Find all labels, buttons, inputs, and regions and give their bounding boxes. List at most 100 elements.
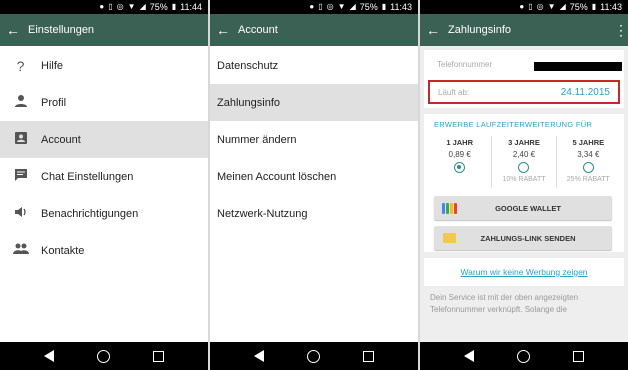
nav-home-icon[interactable] bbox=[306, 349, 320, 363]
status-bar: ● ▯ ◎ ▼ ◢ 75% ▮ 11:44 bbox=[0, 0, 208, 14]
wifi-icon: ▼ bbox=[337, 2, 346, 11]
plan-option-3-years[interactable]: 3 JAHRE 2,40 € 10% RABATT bbox=[491, 136, 555, 188]
nav-back-icon[interactable] bbox=[463, 350, 474, 362]
service-footnote: Dein Service ist mit der oben angezeigte… bbox=[430, 293, 579, 314]
account-item-label: Meinen Account löschen bbox=[217, 170, 337, 183]
nav-recents-icon[interactable] bbox=[363, 350, 375, 362]
wifi-icon: ▼ bbox=[547, 2, 556, 11]
battery-icon: ▮ bbox=[591, 2, 597, 11]
nav-recents-icon[interactable] bbox=[153, 350, 165, 362]
system-nav-bar bbox=[0, 342, 208, 370]
system-nav-bar bbox=[210, 342, 418, 370]
battery-level: 75% bbox=[359, 2, 378, 12]
settings-item-notifications[interactable]: Benachrichtigungen bbox=[0, 195, 208, 232]
account-item-label: Datenschutz bbox=[217, 59, 279, 72]
expiry-row: Läuft ab: 24.11.2015 bbox=[428, 80, 620, 104]
help-icon: ? bbox=[16, 57, 25, 74]
plan-discount: 10% RABATT bbox=[502, 176, 546, 183]
extension-title: ERWERBE LAUFZEITERWEITERUNG FÜR bbox=[434, 120, 593, 129]
settings-item-account[interactable]: Account bbox=[0, 121, 208, 158]
plan-price: 3,34 € bbox=[577, 150, 600, 159]
settings-item-help[interactable]: ? Hilfe bbox=[0, 47, 208, 84]
volume-icon bbox=[0, 205, 41, 222]
location-icon: ● bbox=[519, 2, 525, 11]
battery-icon: ▮ bbox=[171, 2, 177, 11]
settings-screen: ● ▯ ◎ ▼ ◢ 75% ▮ 11:44 ← Einstellungen ? … bbox=[0, 0, 208, 370]
nav-recents-icon[interactable] bbox=[573, 350, 585, 362]
more-vert-icon[interactable]: ⋮ bbox=[614, 22, 628, 39]
app-bar: ← Einstellungen bbox=[0, 14, 208, 46]
clock: 11:43 bbox=[390, 2, 412, 12]
plan-radio[interactable] bbox=[582, 162, 594, 173]
vibrate-icon: ▯ bbox=[318, 2, 323, 11]
settings-item-label: Profil bbox=[41, 96, 67, 109]
settings-list: ? Hilfe Profil Account Chat Einstellunge… bbox=[0, 46, 208, 269]
back-arrow-icon[interactable]: ← bbox=[6, 23, 24, 37]
settings-item-profile[interactable]: Profil bbox=[0, 84, 208, 121]
vibrate-icon: ▯ bbox=[108, 2, 113, 11]
plan-option-5-years[interactable]: 5 JAHRE 3,34 € 25% RABATT bbox=[555, 136, 620, 188]
no-ads-card: Warum wir keine Werbung zeigen bbox=[424, 258, 624, 286]
nav-home-icon[interactable] bbox=[96, 349, 110, 363]
plan-price: 0,89 € bbox=[448, 150, 471, 159]
account-item-label: Zahlungsinfo bbox=[217, 96, 280, 109]
settings-item-label: Account bbox=[41, 133, 81, 146]
phone-number-redacted bbox=[534, 62, 622, 71]
alarm-icon: ◎ bbox=[536, 2, 544, 11]
account-item-label: Netzwerk-Nutzung bbox=[217, 207, 308, 220]
clock: 11:44 bbox=[180, 2, 202, 12]
group-icon bbox=[0, 242, 41, 259]
page-title: Account bbox=[238, 24, 278, 36]
alarm-icon: ◎ bbox=[326, 2, 334, 11]
person-icon bbox=[0, 94, 41, 111]
battery-level: 75% bbox=[149, 2, 168, 12]
plan-options: 1 JAHR 0,89 € 3 JAHRE 2,40 € 10% RABATT … bbox=[428, 136, 620, 188]
account-item-change-number[interactable]: Nummer ändern bbox=[210, 121, 418, 158]
google-wallet-icon bbox=[434, 202, 464, 214]
settings-item-contacts[interactable]: Kontakte bbox=[0, 232, 208, 269]
location-icon: ● bbox=[99, 2, 105, 11]
account-screen: ● ▯ ◎ ▼ ◢ 75% ▮ 11:43 ← Account Datensch… bbox=[210, 0, 418, 370]
mail-icon bbox=[434, 233, 464, 243]
nav-home-icon[interactable] bbox=[516, 349, 530, 363]
vibrate-icon: ▯ bbox=[528, 2, 533, 11]
phone-label: Telefonnummer bbox=[437, 59, 493, 69]
settings-item-label: Hilfe bbox=[41, 59, 64, 72]
battery-icon: ▮ bbox=[381, 2, 387, 11]
settings-item-label: Chat Einstellungen bbox=[41, 170, 134, 183]
plan-discount: 25% RABATT bbox=[566, 176, 610, 183]
plan-name: 1 JAHR bbox=[446, 138, 473, 147]
back-arrow-icon[interactable]: ← bbox=[216, 23, 234, 37]
plan-option-1-year[interactable]: 1 JAHR 0,89 € bbox=[428, 136, 491, 188]
payment-content: Telefonnummer Läuft ab: 24.11.2015 ERWER… bbox=[420, 46, 628, 342]
battery-level: 75% bbox=[569, 2, 588, 12]
phone-row: Telefonnummer bbox=[424, 50, 624, 78]
plan-name: 3 JAHRE bbox=[508, 138, 540, 147]
account-box-icon bbox=[0, 131, 41, 148]
nav-back-icon[interactable] bbox=[253, 350, 264, 362]
status-bar: ● ▯ ◎ ▼ ◢ 75% ▮ 11:43 bbox=[420, 0, 628, 14]
system-nav-bar bbox=[420, 342, 628, 370]
account-item-label: Nummer ändern bbox=[217, 133, 297, 146]
plan-radio[interactable] bbox=[518, 162, 530, 173]
account-item-delete-account[interactable]: Meinen Account löschen bbox=[210, 158, 418, 195]
send-payment-link-button[interactable]: ZAHLUNGS-LINK SENDEN bbox=[434, 226, 612, 250]
account-item-privacy[interactable]: Datenschutz bbox=[210, 47, 418, 84]
signal-icon: ◢ bbox=[139, 2, 146, 11]
plan-price: 2,40 € bbox=[512, 150, 536, 159]
plan-radio[interactable] bbox=[454, 162, 466, 173]
settings-item-chat[interactable]: Chat Einstellungen bbox=[0, 158, 208, 195]
page-title: Einstellungen bbox=[28, 24, 95, 36]
settings-item-label: Kontakte bbox=[41, 244, 85, 257]
account-list: Datenschutz Zahlungsinfo Nummer ändern M… bbox=[210, 46, 418, 232]
payment-info-screen: ● ▯ ◎ ▼ ◢ 75% ▮ 11:43 ← Zahlungsinfo ⋮ T… bbox=[420, 0, 628, 370]
account-item-network-usage[interactable]: Netzwerk-Nutzung bbox=[210, 195, 418, 232]
google-wallet-button[interactable]: GOOGLE WALLET bbox=[434, 196, 612, 220]
back-arrow-icon[interactable]: ← bbox=[426, 23, 444, 37]
app-bar: ← Zahlungsinfo ⋮ bbox=[420, 14, 628, 46]
no-ads-link[interactable]: Warum wir keine Werbung zeigen bbox=[460, 267, 587, 277]
account-item-payment-info[interactable]: Zahlungsinfo bbox=[210, 84, 418, 121]
nav-back-icon[interactable] bbox=[43, 350, 54, 362]
chat-icon bbox=[0, 168, 41, 185]
expiry-label: Läuft ab: bbox=[438, 87, 470, 97]
